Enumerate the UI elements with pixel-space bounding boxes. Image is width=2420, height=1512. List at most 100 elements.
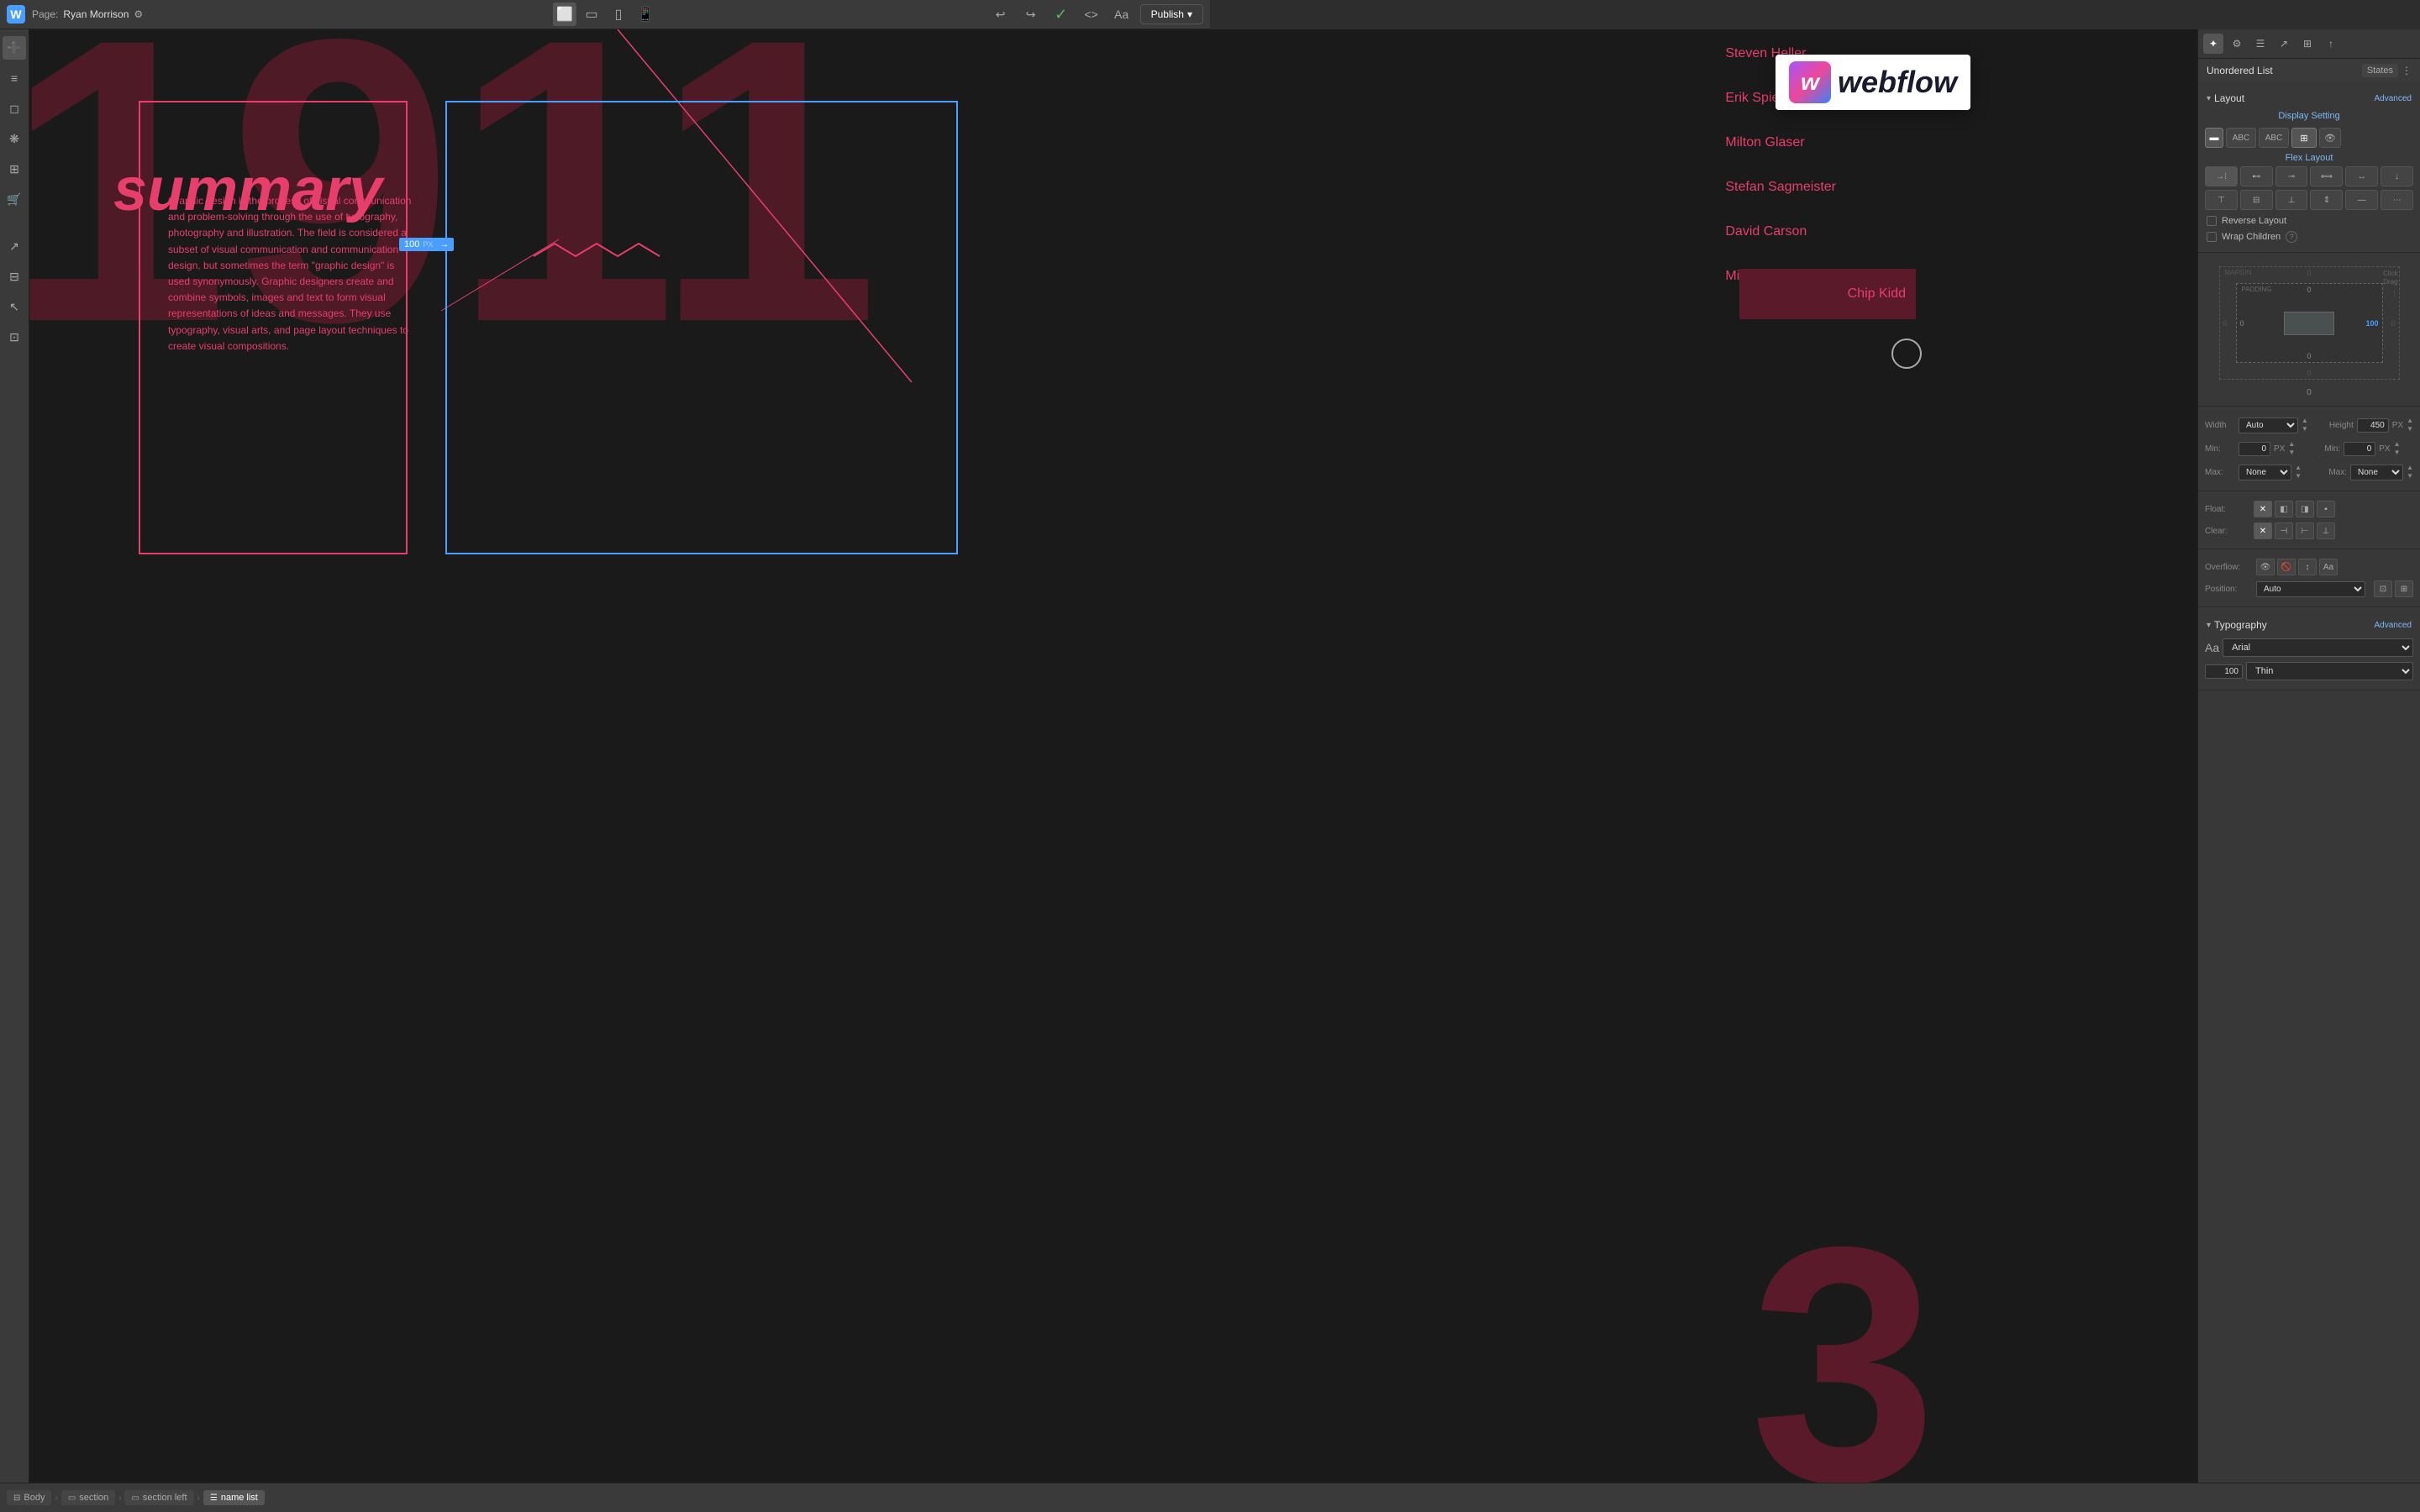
typography-toggle[interactable]: ▾ Typography (2207, 619, 2267, 631)
cms-panel-icon[interactable]: ⊞ (2297, 34, 2317, 54)
left-sidebar: ➕ ≡ ◻ ❋ ⊞ 🛒 ↗ ⊟ ↖ ⊡ (0, 29, 29, 1483)
assets-icon[interactable]: ◻ (3, 97, 26, 120)
flex-align-start-icon[interactable]: ⊤ (2205, 190, 2238, 210)
export-icon[interactable]: ↑ (2321, 34, 2341, 54)
min-height-input[interactable] (2344, 442, 2375, 456)
overflow-scroll-icon[interactable]: ↕ (2298, 559, 2317, 575)
width-indicator: 100 PX → (399, 238, 454, 251)
display-grid-icon[interactable]: ⊞ (2291, 128, 2317, 148)
flex-align-center-icon[interactable]: ⊟ (2240, 190, 2273, 210)
flex-row-icon[interactable]: →⁞ (2205, 166, 2238, 186)
breadcrumb-section-left[interactable]: ▭ section left (124, 1490, 193, 1505)
float-none-icon[interactable]: ✕ (2254, 501, 2272, 517)
max-height-select[interactable]: None PX % (2350, 465, 2403, 480)
page-settings-icon[interactable]: ⚙ (134, 8, 143, 20)
cms-icon[interactable]: ⊞ (3, 157, 26, 181)
font-select[interactable]: Arial Helvetica Georgia (2223, 638, 2413, 657)
height-stepper[interactable]: ▲▼ (2407, 417, 2413, 433)
min-width-stepper[interactable]: ▲▼ (2288, 440, 2295, 457)
layout-section-toggle[interactable]: ▾ Layout (2207, 92, 2244, 104)
undo-icon[interactable]: ↩ (989, 3, 1013, 26)
add-element-icon[interactable]: ➕ (3, 36, 26, 60)
flex-align-stretch-icon[interactable]: ⇕ (2310, 190, 2343, 210)
layers-icon[interactable]: ≡ (3, 66, 26, 90)
name-david-carson[interactable]: David Carson (1725, 224, 1836, 239)
layout-advanced-button[interactable]: Advanced (2375, 94, 2412, 103)
symbols-icon[interactable]: ❋ (3, 127, 26, 150)
float-right-icon[interactable]: ▪ (2317, 501, 2335, 517)
spacing-more-icon[interactable]: ⋮ (2391, 290, 2398, 297)
ecommerce-icon[interactable]: 🛒 (3, 187, 26, 211)
select-icon[interactable]: ↖ (3, 295, 26, 318)
max-height-stepper[interactable]: ▲▼ (2407, 464, 2413, 480)
breadcrumb-arrow-2: › (118, 1494, 121, 1503)
app-logo[interactable]: W (7, 5, 25, 24)
display-inline-block-icon[interactable]: ABC (2259, 128, 2289, 148)
tablet-portrait-icon[interactable]: ▯ (607, 3, 630, 26)
flex-end-row-icon[interactable]: ⊸ (2275, 166, 2308, 186)
font-weight-select[interactable]: Thin Light Regular Bold Black (2246, 662, 2413, 680)
wrap-children-checkbox[interactable] (2207, 232, 2217, 242)
breadcrumb-section[interactable]: ▭ section (61, 1490, 115, 1505)
height-input[interactable] (2357, 418, 2389, 433)
display-hidden-icon[interactable]: 👁 (2319, 128, 2341, 148)
clear-both-icon[interactable]: ⊥ (2317, 522, 2335, 539)
interactions-icon[interactable]: ↗ (3, 234, 26, 258)
clear-right-icon[interactable]: ⊢ (2296, 522, 2314, 539)
flex-align-baseline-icon[interactable]: — (2345, 190, 2378, 210)
text-format-icon[interactable]: Aa (1110, 3, 1134, 26)
min-height-stepper[interactable]: ▲▼ (2394, 440, 2401, 457)
typography-advanced-button[interactable]: Advanced (2375, 621, 2412, 630)
settings-icon[interactable]: ⚙ (2227, 34, 2247, 54)
float-left-icon[interactable]: ◧ (2275, 501, 2293, 517)
clear-none-icon[interactable]: ✕ (2254, 522, 2272, 539)
float-center-icon[interactable]: ◨ (2296, 501, 2314, 517)
box-model-icon[interactable]: ⊡ (3, 325, 26, 349)
desktop-icon[interactable]: ⬜ (553, 3, 576, 26)
states-button[interactable]: States (2362, 64, 2398, 77)
min-width-input[interactable] (2238, 442, 2270, 456)
display-inline-icon[interactable]: ABC (2226, 128, 2256, 148)
page-name[interactable]: Ryan Morrison (63, 8, 129, 20)
breadcrumb-name-list[interactable]: ☰ name list (203, 1490, 265, 1505)
navigator-panel-icon[interactable]: ☰ (2250, 34, 2270, 54)
overflow-hidden-icon[interactable]: 🚫 (2277, 559, 2296, 575)
publish-button[interactable]: Publish ▾ (1140, 4, 1203, 24)
clear-left-icon[interactable]: ⊣ (2275, 522, 2293, 539)
tablet-landscape-icon[interactable]: ▭ (580, 3, 603, 26)
wrap-children-info-icon[interactable]: ? (2286, 231, 2297, 243)
flex-align-end-icon[interactable]: ⊥ (2275, 190, 2308, 210)
name-milton-glaser[interactable]: Milton Glaser (1725, 135, 1836, 150)
flex-more-icon[interactable]: ⋯ (2381, 190, 2413, 210)
padding-label-right: 100 (2365, 319, 2378, 328)
navigator-icon[interactable]: ⊟ (3, 265, 26, 288)
position-select[interactable]: Auto Static Relative Absolute Fixed (2256, 581, 2365, 597)
more-options-icon[interactable]: ⋮ (2402, 65, 2412, 76)
mobile-icon[interactable]: 📱 (634, 3, 657, 26)
name-stefan-sagmeister[interactable]: Stefan Sagmeister (1725, 180, 1836, 195)
style-icon[interactable]: ✦ (2203, 34, 2223, 54)
redo-icon[interactable]: ↪ (1019, 3, 1043, 26)
overflow-auto-icon[interactable]: Aa (2319, 559, 2338, 575)
width-stepper[interactable]: ▲▼ (2302, 417, 2308, 433)
flex-center-row-icon[interactable]: ⊷ (2240, 166, 2273, 186)
reverse-layout-checkbox[interactable] (2207, 216, 2217, 226)
preview-icon[interactable]: ✓ (1050, 3, 1073, 26)
code-icon[interactable]: <> (1080, 3, 1103, 26)
position-icon-1[interactable]: ⊡ (2374, 580, 2392, 597)
overflow-visible-icon[interactable]: 👁 (2256, 559, 2275, 575)
display-block-icon[interactable]: ▬ (2205, 128, 2223, 148)
interactions-panel-icon[interactable]: ↗ (2274, 34, 2294, 54)
gap-row: 0 (2198, 386, 2420, 399)
breadcrumb-body[interactable]: ⊟ Body (7, 1490, 51, 1505)
position-icon-2[interactable]: ⊞ (2395, 580, 2413, 597)
flex-stretch-icon[interactable]: ↔ (2345, 166, 2378, 186)
max-width-select[interactable]: None PX % (2238, 465, 2291, 480)
max-width-stepper[interactable]: ▲▼ (2295, 464, 2302, 480)
chip-kidd-text[interactable]: Chip Kidd (1848, 286, 1906, 302)
font-size-input[interactable] (2205, 664, 2243, 679)
width-select[interactable]: Auto % PX (2238, 417, 2298, 433)
flex-col-icon[interactable]: ↓ (2381, 166, 2413, 186)
flex-space-icon[interactable]: ⟺ (2310, 166, 2343, 186)
layout-section: ▾ Layout Advanced Display Setting ▬ ABC … (2198, 82, 2420, 253)
